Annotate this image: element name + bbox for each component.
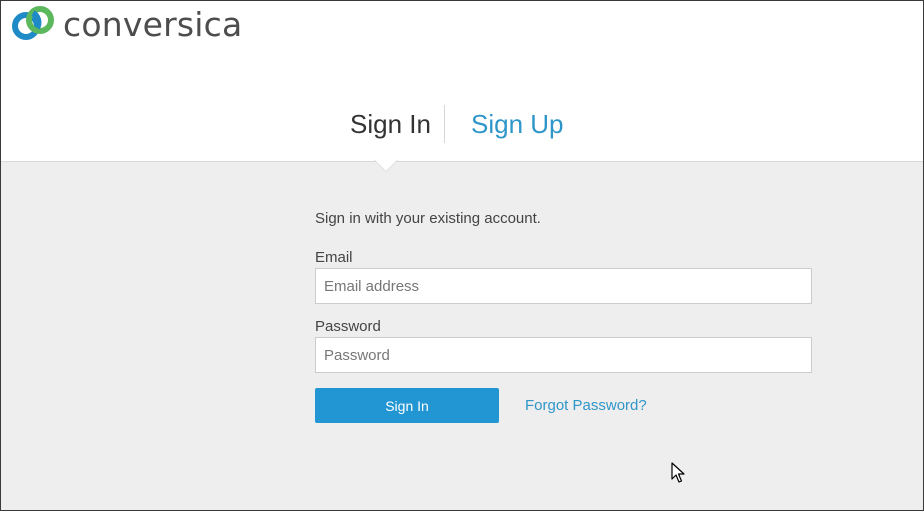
active-tab-pointer-fill (375, 160, 397, 171)
brand-name: conversica (63, 4, 243, 44)
browser-frame: conversica Sign In Sign Up Sign in with … (0, 0, 924, 511)
sign-in-button[interactable]: Sign In (315, 388, 499, 423)
forgot-password-link[interactable]: Forgot Password? (525, 397, 647, 414)
tab-sign-in[interactable]: Sign In (350, 105, 431, 143)
mouse-pointer-icon (671, 462, 685, 489)
header: conversica Sign In Sign Up (1, 1, 923, 161)
password-label: Password (315, 318, 381, 335)
conversica-rings-icon (11, 4, 57, 44)
email-label: Email (315, 249, 353, 266)
logo[interactable]: conversica (11, 4, 242, 44)
email-field[interactable] (315, 268, 812, 304)
tab-divider (444, 105, 445, 143)
sign-in-intro: Sign in with your existing account. (315, 210, 541, 227)
auth-tabs: Sign In Sign Up (1, 105, 923, 143)
password-field[interactable] (315, 337, 812, 373)
tab-sign-up[interactable]: Sign Up (471, 105, 564, 143)
